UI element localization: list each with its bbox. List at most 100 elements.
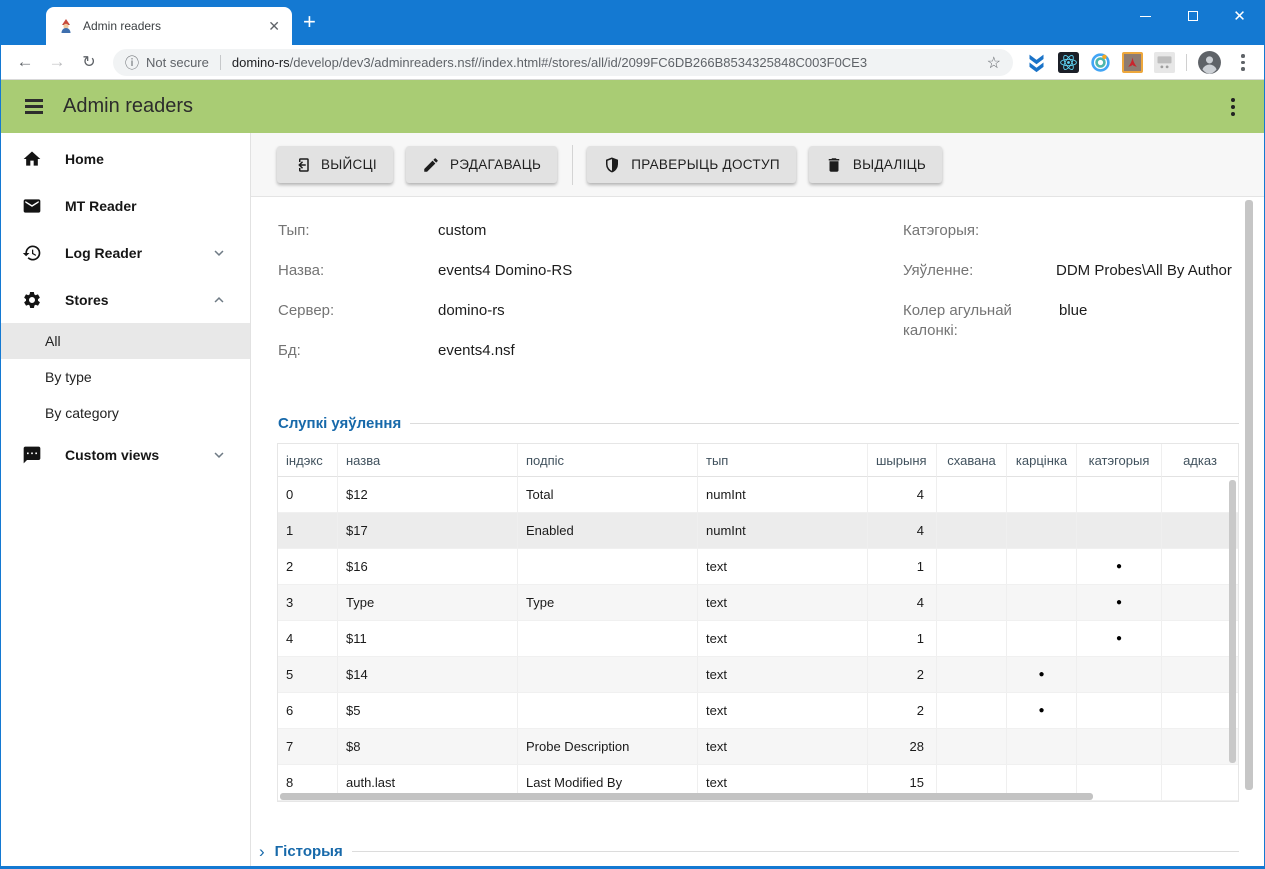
field-label-category: Катэгорыя: — [903, 222, 980, 239]
table-row: 7 $8 Probe Description text 28 — [278, 729, 1238, 765]
column-header: індэкс — [278, 444, 338, 477]
window-close-button[interactable]: ✕ — [1216, 0, 1263, 32]
sidebar-item-mt-reader[interactable]: MT Reader — [1, 182, 250, 229]
extension-pdf-icon[interactable] — [1122, 52, 1143, 73]
button-label: ВЫДАЛІЦЬ — [852, 157, 927, 172]
table-cell — [1077, 477, 1162, 512]
sidebar-subitem-all[interactable]: All — [1, 323, 250, 359]
favicon — [61, 19, 71, 33]
table-cell: text — [698, 693, 868, 728]
url-bar[interactable]: ⓘ Not secure domino-rs/develop/dev3/admi… — [113, 49, 1013, 76]
hamburger-menu-icon[interactable] — [22, 96, 46, 117]
browser-tab[interactable]: Admin readers ✕ — [46, 7, 292, 45]
exit-button[interactable]: ВЫЙСЦІ — [277, 146, 393, 183]
sidebar-item-custom-views[interactable]: Custom views — [1, 431, 250, 478]
browser-menu-icon[interactable] — [1235, 50, 1251, 75]
exit-icon — [293, 156, 311, 174]
field-label-type: Тып: — [278, 222, 310, 239]
window-minimize-button[interactable] — [1122, 0, 1169, 32]
app-title: Admin readers — [63, 95, 194, 117]
sidebar-subitem-label: By type — [45, 369, 92, 385]
table-cell: 1 — [868, 549, 937, 584]
table-cell: $14 — [338, 657, 518, 692]
chevron-up-icon[interactable] — [210, 291, 228, 309]
tab-title: Admin readers — [83, 19, 162, 33]
sidebar-subitem-label: All — [45, 333, 61, 349]
table-cell: 4 — [868, 513, 937, 548]
table-cell: 5 — [278, 657, 338, 692]
back-icon[interactable]: ← — [11, 45, 39, 79]
profile-avatar[interactable] — [1197, 50, 1222, 75]
sidebar-item-log-reader[interactable]: Log Reader — [1, 229, 250, 276]
field-label-view: Уяўленне: — [903, 262, 974, 279]
table-cell — [937, 729, 1007, 764]
bookmark-star-icon[interactable]: ☆ — [987, 53, 1001, 73]
extension-double-chevron-icon[interactable] — [1026, 52, 1047, 73]
pencil-icon — [422, 156, 440, 174]
sidebar-item-label: Custom views — [65, 446, 160, 463]
field-label-server: Сервер: — [278, 302, 335, 319]
table-cell — [1007, 585, 1077, 620]
column-header: схавана — [937, 444, 1007, 477]
sidebar-item-stores[interactable]: Stores — [1, 276, 250, 323]
table-cell — [1007, 513, 1077, 548]
sidebar-item-home[interactable]: Home — [1, 135, 250, 182]
window-maximize-button[interactable] — [1169, 0, 1216, 32]
table-cell — [937, 693, 1007, 728]
browser-window: Admin readers ✕ + ✕ ← → ↻ ⓘ Not secure d… — [0, 0, 1265, 869]
table-cell — [518, 621, 698, 656]
chevron-right-icon[interactable]: › — [259, 843, 265, 860]
page-scrollbar[interactable] — [1245, 200, 1253, 790]
field-value-view: DDM Probes\All By Author — [1056, 262, 1232, 279]
table-cell: text — [698, 657, 868, 692]
sidebar-subitem-by-category[interactable]: By category — [1, 395, 250, 431]
table-cell: 4 — [278, 621, 338, 656]
table-cell — [1162, 693, 1238, 728]
extension-capture-icon[interactable] — [1154, 52, 1175, 73]
field-value-db: events4.nsf — [438, 342, 515, 359]
check-access-button[interactable]: ПРАВЕРЫЦЬ ДОСТУП — [587, 146, 796, 183]
info-icon[interactable]: ⓘ — [125, 53, 139, 73]
table-header-row: індэкс назва подпіс тып шырыня схавана карцінк… — [278, 444, 1238, 477]
tab-close-icon[interactable]: ✕ — [268, 18, 280, 35]
table-cell: Type — [338, 585, 518, 620]
edit-button[interactable]: РЭДАГАВАЦЬ — [405, 146, 558, 183]
table-cell: Probe Description — [518, 729, 698, 764]
sidebar-item-label: Stores — [65, 291, 109, 308]
table-cell — [1162, 585, 1238, 620]
chevron-down-icon[interactable] — [210, 244, 228, 262]
table-cell — [937, 477, 1007, 512]
refresh-icon[interactable]: ↻ — [75, 45, 103, 79]
table-cell: $17 — [338, 513, 518, 548]
table-cell: 2 — [868, 657, 937, 692]
table-cell — [937, 513, 1007, 548]
sidebar-subitem-by-type[interactable]: By type — [1, 359, 250, 395]
extension-react-devtools-icon[interactable] — [1058, 52, 1079, 73]
table-cell: $16 — [338, 549, 518, 584]
sidebar-item-label: Log Reader — [65, 244, 143, 261]
table-cell — [1162, 621, 1238, 656]
dot-indicator: ● — [1077, 585, 1162, 620]
table-horizontal-scrollbar[interactable] — [280, 793, 1093, 800]
sidebar-item-label: Home — [65, 150, 104, 167]
table-cell: 4 — [868, 585, 937, 620]
forward-icon[interactable]: → — [43, 45, 71, 79]
main-content: Тып: custom Назва: events4 Domino-RS Сер… — [251, 197, 1264, 866]
dot-indicator: ● — [1077, 621, 1162, 656]
history-section-header[interactable]: › Гісторыя — [259, 843, 1239, 860]
chat-dots-icon — [22, 445, 42, 465]
field-label-name: Назва: — [278, 262, 325, 279]
extension-bullseye-icon[interactable] — [1090, 52, 1111, 73]
delete-button[interactable]: ВЫДАЛІЦЬ — [808, 146, 943, 183]
app-menu-icon[interactable] — [1225, 94, 1241, 120]
divider — [351, 851, 1239, 852]
new-tab-button[interactable]: + — [303, 9, 316, 35]
table-cell — [1162, 549, 1238, 584]
column-header: катэгорыя — [1077, 444, 1162, 477]
table-cell: $8 — [338, 729, 518, 764]
sidebar: Home MT Reader Log Reader Stores All By … — [1, 133, 251, 866]
table-vertical-scrollbar[interactable] — [1229, 480, 1236, 763]
table-cell: 28 — [868, 729, 937, 764]
chevron-down-icon[interactable] — [210, 446, 228, 464]
browser-navbar: ← → ↻ ⓘ Not secure domino-rs/develop/dev… — [1, 45, 1264, 80]
